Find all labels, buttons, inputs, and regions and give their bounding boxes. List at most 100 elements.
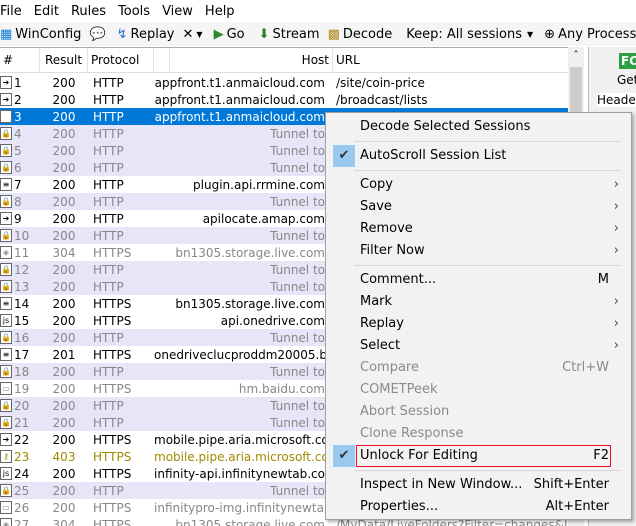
- menu-file[interactable]: File: [0, 4, 28, 19]
- image-icon: ▭: [0, 501, 12, 514]
- lock-icon: 🔒: [0, 331, 12, 344]
- lock-icon: 🔒: [0, 195, 12, 208]
- host-cell: mobile.pipe.aria.microsoft.com: [154, 449, 333, 464]
- url-cell: /broadcast/lists: [336, 92, 428, 107]
- menu-item-label: Mark: [360, 294, 393, 309]
- host-cell: bn1305.storage.live.com: [175, 296, 325, 311]
- chevron-right-icon: ›: [613, 243, 619, 258]
- menu-item-label: Filter Now: [360, 243, 425, 258]
- menu-edit[interactable]: Edit: [28, 4, 65, 19]
- menu-item-label: Properties...: [360, 499, 439, 514]
- column-header-protocol[interactable]: Protocol: [88, 48, 154, 73]
- menu-item-select[interactable]: Select ›: [326, 335, 631, 357]
- lock-icon: 🔒: [0, 416, 12, 429]
- replay-button[interactable]: ↯ Replay: [117, 27, 175, 42]
- result-cell: 200: [52, 296, 76, 311]
- remove-button[interactable]: ✕ ▼: [183, 27, 206, 42]
- menu-item-unlock-for-editing[interactable]: ✔ Unlock For Editing F2: [326, 445, 631, 467]
- lock-icon: 🔒: [0, 280, 12, 293]
- menu-item-shortcut: M: [597, 272, 609, 287]
- chevron-right-icon: ›: [613, 294, 619, 309]
- menu-item-copy[interactable]: Copy ›: [326, 174, 631, 196]
- host-cell: infinitypro-img.infinitynewtab....: [154, 500, 333, 515]
- winconfig-button[interactable]: ▦ WinConfig: [0, 27, 81, 42]
- menu-item-label: Unlock For Editing: [360, 448, 478, 463]
- toolbar: ▦ WinConfig 💬 ↯ Replay ✕ ▼ ▶ Go ⬇ Stream ▩ Dec…: [0, 22, 636, 46]
- result-cell: 200: [52, 313, 76, 328]
- session-number-cell: 🔒 16: [0, 330, 30, 345]
- host-cell: Tunnel to: [270, 398, 325, 413]
- host-cell: Tunnel to: [270, 143, 325, 158]
- protocol-cell: HTTP: [93, 483, 124, 498]
- protocol-cell: HTTP: [93, 75, 124, 90]
- host-cell: Tunnel to: [270, 126, 325, 141]
- decode-button[interactable]: ▩ Decode: [328, 27, 393, 42]
- session-number-cell: ▭ 19: [0, 382, 40, 396]
- chevron-down-icon: ▼: [527, 29, 534, 39]
- menu-separator: [354, 141, 621, 142]
- chevron-down-icon: ▼: [196, 29, 203, 39]
- session-number-cell: 🔒 4: [0, 126, 22, 141]
- session-number-cell: js 24: [0, 467, 40, 481]
- session-row[interactable]: ➔ 1 200 HTTP appfront.t1.anmaicloud.com /…: [0, 74, 568, 91]
- result-cell: 200: [52, 381, 76, 396]
- menu-item-properties[interactable]: Properties... Alt+Enter: [326, 496, 631, 518]
- session-number-cell: 🔒 10: [0, 228, 30, 243]
- result-cell: 200: [52, 500, 76, 515]
- menu-item-label: Compare: [360, 360, 419, 375]
- column-header-number[interactable]: #: [0, 48, 40, 73]
- menu-item-filter-now[interactable]: Filter Now ›: [326, 240, 631, 262]
- host-cell: appfront.t1.anmaicloud.com: [154, 92, 325, 107]
- column-header-host[interactable]: Host: [170, 48, 333, 73]
- tab-headers[interactable]: Headers: [597, 93, 636, 107]
- menu-help[interactable]: Help: [199, 4, 241, 19]
- menu-item-shortcut: Ctrl+W: [562, 360, 609, 375]
- windows-icon: ▦: [0, 26, 13, 42]
- menu-item-autoscroll-session-list[interactable]: ✔ AutoScroll Session List: [326, 145, 631, 167]
- get-label[interactable]: Get: [617, 73, 636, 87]
- menu-item-inspect-in-new-window[interactable]: Inspect in New Window... Shift+Enter: [326, 474, 631, 496]
- host-cell: Tunnel to: [270, 364, 325, 379]
- url-cell: /site/coin-price: [336, 75, 425, 90]
- menu-view[interactable]: View: [156, 4, 199, 19]
- go-button[interactable]: ▶ Go: [214, 27, 245, 42]
- result-cell: 200: [52, 228, 76, 243]
- menu-item-save[interactable]: Save ›: [326, 196, 631, 218]
- result-cell: 200: [52, 466, 76, 481]
- menu-item-label: AutoScroll Session List: [360, 148, 507, 163]
- column-header-url[interactable]: URL: [333, 48, 568, 73]
- menu-item-replay[interactable]: Replay ›: [326, 313, 631, 335]
- result-cell: 200: [52, 177, 76, 192]
- keep-sessions-dropdown[interactable]: Keep: All sessions ▼: [406, 27, 536, 42]
- host-cell: mobile.pipe.aria.microsoft.com: [154, 432, 333, 447]
- menu-separator: [354, 170, 621, 171]
- protocol-cell: HTTPS: [93, 313, 132, 328]
- arrow-icon: ➔: [0, 93, 12, 106]
- protocol-cell: HTTP: [93, 398, 124, 413]
- fo-badge: FO: [619, 53, 636, 69]
- protocol-cell: HTTP: [93, 194, 124, 209]
- any-process-button[interactable]: ⊕ Any Process: [544, 27, 636, 42]
- stream-button[interactable]: ⬇ Stream: [259, 27, 320, 42]
- result-cell: 200: [52, 483, 76, 498]
- menu-rules[interactable]: Rules: [65, 4, 112, 19]
- protocol-cell: HTTP: [93, 262, 124, 277]
- session-number-cell: js 15: [0, 314, 40, 328]
- protocol-cell: HTTP: [93, 415, 124, 430]
- session-row[interactable]: ➔ 2 200 HTTP appfront.t1.anmaicloud.com /…: [0, 91, 568, 108]
- scroll-up-icon[interactable]: ˄: [568, 47, 584, 65]
- column-header-result[interactable]: Result: [40, 48, 88, 73]
- menu-tools[interactable]: Tools: [112, 4, 156, 19]
- menu-separator: [354, 470, 621, 471]
- menu-item-comment[interactable]: Comment... M: [326, 269, 631, 291]
- host-cell: onedriveclucproddm20005.blo...: [154, 347, 333, 362]
- protocol-cell: HTTP: [93, 211, 124, 226]
- menu-item-decode-selected-sessions[interactable]: Decode Selected Sessions: [326, 116, 631, 138]
- menu-separator: [354, 265, 621, 266]
- session-number-cell: ➔ 22: [0, 433, 40, 447]
- comment-button[interactable]: 💬: [89, 27, 108, 42]
- menu-item-remove[interactable]: Remove ›: [326, 218, 631, 240]
- menu-item-mark[interactable]: Mark ›: [326, 291, 631, 313]
- menu-item-label: Decode Selected Sessions: [360, 119, 531, 134]
- crosshair-icon: ⊕: [544, 26, 556, 42]
